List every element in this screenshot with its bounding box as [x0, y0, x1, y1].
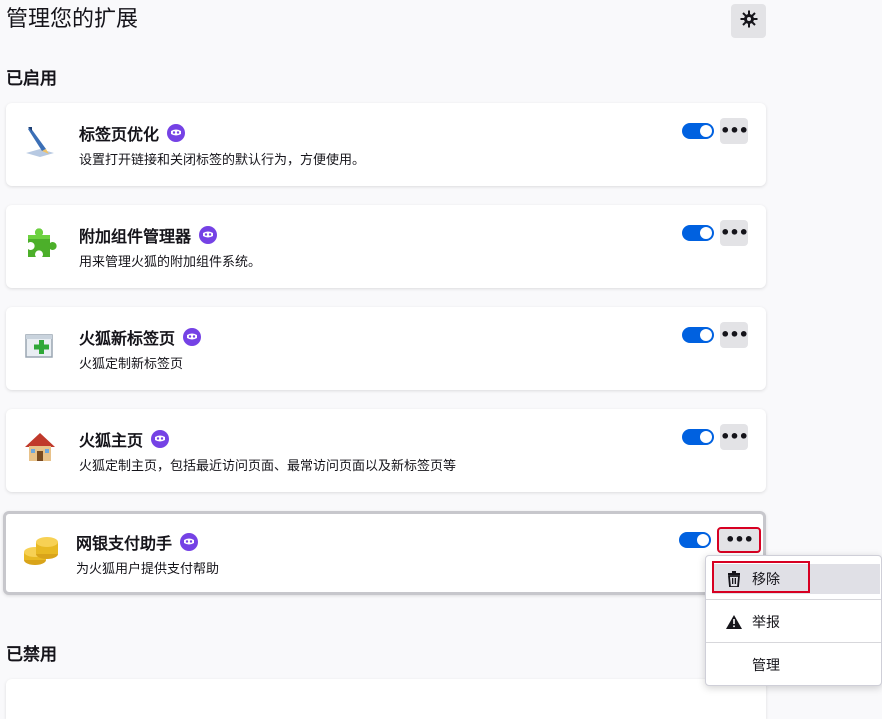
- enable-toggle[interactable]: [682, 123, 714, 139]
- enabled-section-title: 已启用: [6, 69, 57, 89]
- more-icon: •••: [720, 223, 749, 242]
- extension-description: 火狐定制新标签页: [79, 357, 184, 372]
- extension-name: 火狐主页: [79, 427, 170, 451]
- coins-icon: [22, 532, 58, 568]
- menu-separator: [706, 642, 881, 643]
- extension-card[interactable]: 火狐新标签页 火狐定制新标签页 •••: [6, 307, 766, 390]
- more-options-button[interactable]: •••: [720, 220, 749, 246]
- extension-card[interactable]: 附加组件管理器 用来管理火狐的附加组件系统。 •••: [6, 205, 766, 288]
- tab-optimize-icon: [22, 123, 58, 159]
- enable-toggle[interactable]: [682, 225, 714, 241]
- trash-icon: [724, 571, 744, 587]
- enable-toggle[interactable]: [682, 327, 714, 343]
- extension-card-focused[interactable]: 网银支付助手 为火狐用户提供支付帮助 •••: [3, 511, 766, 595]
- recommended-badge-icon: [180, 533, 199, 551]
- extension-name: 网银支付助手: [76, 530, 199, 554]
- more-icon: •••: [720, 427, 749, 446]
- remove-menu-item[interactable]: 移除: [712, 561, 880, 594]
- extension-context-menu: 移除 举报 管理: [705, 555, 882, 686]
- more-icon: •••: [720, 121, 749, 140]
- home-icon: [22, 429, 58, 465]
- more-icon: •••: [725, 530, 754, 549]
- extension-card[interactable]: 标签页优化 设置打开链接和关闭标签的默认行为，方便使用。 •••: [6, 103, 766, 186]
- extension-name: 附加组件管理器: [79, 223, 218, 247]
- recommended-badge-icon: [199, 226, 218, 244]
- gear-icon: [740, 10, 758, 32]
- more-options-button[interactable]: •••: [720, 322, 749, 348]
- more-options-button[interactable]: •••: [720, 118, 749, 144]
- more-icon: •••: [720, 325, 749, 344]
- settings-button[interactable]: [731, 4, 766, 38]
- extension-name: 标签页优化: [79, 121, 186, 145]
- extension-card[interactable]: 火狐主页 火狐定制主页，包括最近访问页面、最常访问页面以及新标签页等 •••: [6, 409, 766, 492]
- recommended-badge-icon: [151, 430, 170, 448]
- more-options-button[interactable]: •••: [720, 424, 749, 450]
- report-menu-item[interactable]: 举报: [712, 607, 880, 637]
- new-tab-icon: [22, 327, 58, 363]
- enable-toggle[interactable]: [679, 532, 711, 548]
- disabled-extension-card[interactable]: [6, 679, 766, 719]
- manage-menu-item[interactable]: 管理: [712, 650, 880, 680]
- warning-icon: [724, 615, 744, 629]
- menu-separator: [706, 599, 881, 600]
- recommended-badge-icon: [167, 124, 186, 142]
- extension-description: 设置打开链接和关闭标签的默认行为，方便使用。: [79, 153, 366, 168]
- disabled-section-title: 已禁用: [6, 645, 57, 665]
- extension-name: 火狐新标签页: [79, 325, 202, 349]
- extension-description: 用来管理火狐的附加组件系统。: [79, 255, 262, 270]
- extension-description: 火狐定制主页，包括最近访问页面、最常访问页面以及新标签页等: [79, 459, 457, 474]
- enable-toggle[interactable]: [682, 429, 714, 445]
- page-title: 管理您的扩展: [6, 7, 139, 32]
- more-options-button[interactable]: •••: [717, 527, 761, 553]
- recommended-badge-icon: [183, 328, 202, 346]
- extension-description: 为火狐用户提供支付帮助: [76, 562, 220, 577]
- puzzle-icon: [22, 225, 58, 261]
